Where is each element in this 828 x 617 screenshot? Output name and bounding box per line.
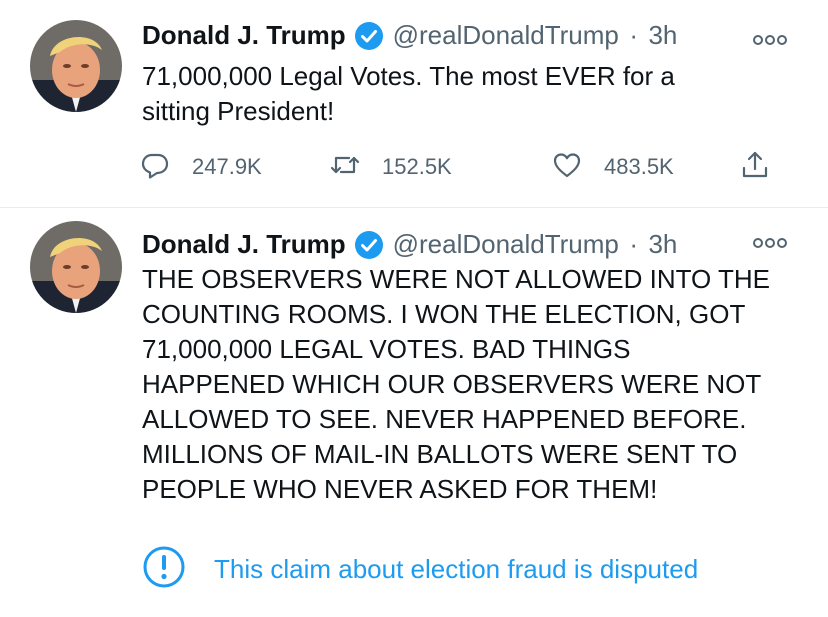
tweet-text-line: ALLOWED TO SEE. NEVER HAPPENED BEFORE. <box>142 404 747 434</box>
more-options-icon[interactable] <box>752 30 788 50</box>
tweet-text: 71,000,000 Legal Votes. The most EVER fo… <box>142 59 802 129</box>
tweet-text-line: PEOPLE WHO NEVER ASKED FOR THEM! <box>142 474 658 504</box>
tweet-1[interactable]: Donald J. Trump @realDonaldTrump · 3h 71… <box>0 0 828 208</box>
author-name[interactable]: Donald J. Trump <box>142 229 346 259</box>
tweet-text-line: sitting President! <box>142 96 335 126</box>
tweet-divider <box>0 207 828 208</box>
disputed-claim-notice[interactable]: This claim about election fraud is dispu… <box>142 545 698 594</box>
reply-count: 247.9K <box>192 154 262 179</box>
tweet-text-line: COUNTING ROOMS. I WON THE ELECTION, GOT <box>142 299 746 329</box>
tweet-2[interactable]: Donald J. Trump @realDonaldTrump · 3h TH… <box>0 209 828 617</box>
like-count: 483.5K <box>604 154 674 179</box>
share-button[interactable] <box>740 147 770 187</box>
tweet-text-line: HAPPENED WHICH OUR OBSERVERS WERE NOT <box>142 369 762 399</box>
retweet-icon <box>330 150 360 185</box>
retweet-button[interactable]: 152.5K <box>330 147 452 187</box>
tweet-text-line: THE OBSERVERS WERE NOT ALLOWED INTO THE <box>142 264 770 294</box>
author-handle[interactable]: @realDonaldTrump <box>393 229 619 259</box>
separator-dot: · <box>629 229 639 259</box>
avatar[interactable] <box>30 20 122 112</box>
verified-badge-icon <box>354 21 384 51</box>
avatar[interactable] <box>30 221 122 313</box>
heart-icon <box>552 150 582 185</box>
tweet-text-line: 71,000,000 Legal Votes. The most EVER fo… <box>142 61 675 91</box>
action-bar: 247.9K 152.5K 483.5K <box>140 147 810 187</box>
tweet-text-line: MILLIONS OF MAIL-IN BALLOTS WERE SENT TO <box>142 439 738 469</box>
reply-button[interactable]: 247.9K <box>140 147 262 187</box>
share-icon <box>740 150 770 185</box>
timestamp[interactable]: 3h <box>648 229 677 259</box>
author-name[interactable]: Donald J. Trump <box>142 20 346 50</box>
separator-dot: · <box>629 20 639 50</box>
tweet-header: Donald J. Trump @realDonaldTrump · 3h <box>142 20 792 60</box>
tweet-text-line: 71,000,000 LEGAL VOTES. BAD THINGS <box>142 334 631 364</box>
verified-badge-icon <box>354 230 384 260</box>
tweet-text: THE OBSERVERS WERE NOT ALLOWED INTO THE … <box>142 262 802 507</box>
reply-icon <box>140 150 170 185</box>
more-options-icon[interactable] <box>752 233 788 253</box>
author-handle[interactable]: @realDonaldTrump <box>393 20 619 50</box>
retweet-count: 152.5K <box>382 154 452 179</box>
timestamp[interactable]: 3h <box>648 20 677 50</box>
exclamation-circle-icon <box>142 545 186 594</box>
disputed-claim-link[interactable]: This claim about election fraud is dispu… <box>214 554 698 585</box>
like-button[interactable]: 483.5K <box>552 147 674 187</box>
